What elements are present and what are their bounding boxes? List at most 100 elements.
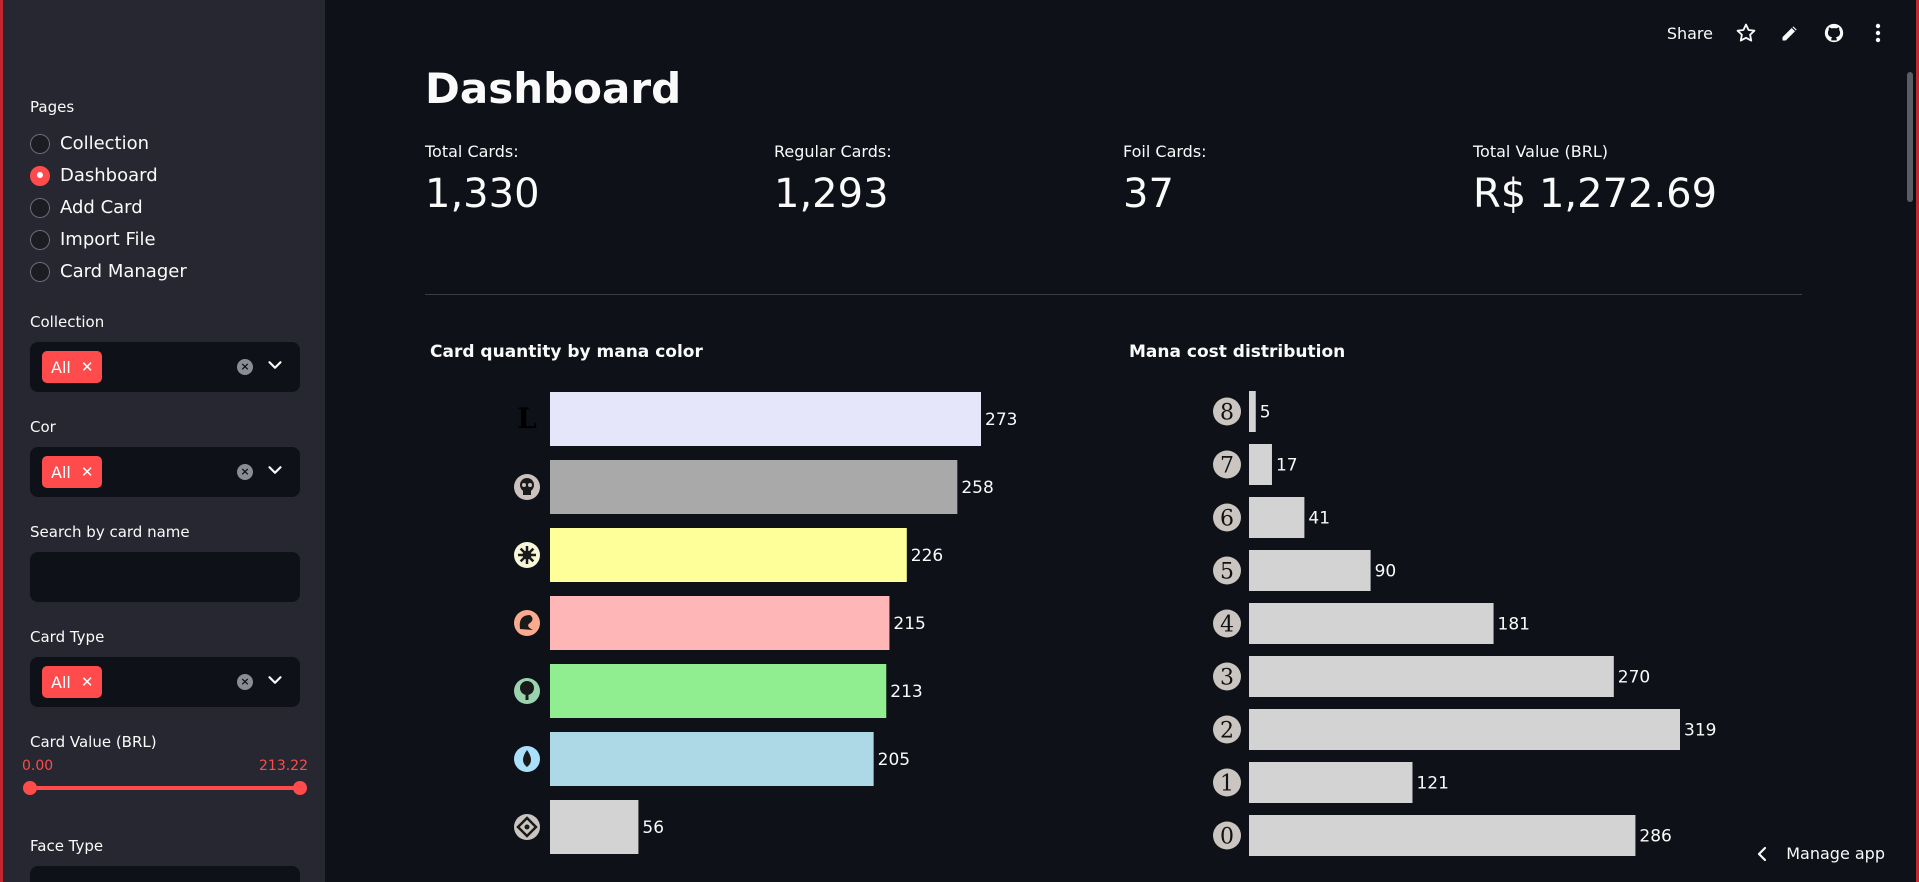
bar — [1249, 391, 1256, 432]
page-radio-card-manager[interactable]: Card Manager — [30, 261, 187, 282]
clear-icon[interactable]: × — [237, 674, 253, 690]
card-type-label: Card Type — [30, 628, 105, 646]
top-toolbar: Share — [1667, 22, 1889, 44]
radio-circle[interactable] — [30, 133, 50, 154]
data-label: 181 — [1498, 615, 1530, 635]
category-tick-label: 6 — [1220, 507, 1234, 532]
bar — [1249, 656, 1614, 697]
page-radio-add-card[interactable]: Add Card — [30, 197, 143, 218]
data-label: 273 — [985, 410, 1017, 430]
category-tick-label: L — [517, 402, 537, 435]
page-radio-dashboard[interactable]: Dashboard — [30, 165, 158, 186]
metric-label: Total Cards: — [425, 142, 519, 161]
page-radio-label: Card Manager — [60, 261, 187, 282]
data-label: 41 — [1308, 509, 1330, 529]
manage-app-button[interactable]: Manage app — [1756, 844, 1885, 863]
chip-remove-icon[interactable]: ✕ — [81, 673, 94, 691]
white-mana-icon — [514, 542, 540, 568]
bar — [1249, 603, 1494, 644]
search-input[interactable] — [30, 552, 300, 602]
data-label: 319 — [1684, 721, 1716, 741]
card-type-multiselect[interactable]: All ✕ × — [30, 657, 300, 707]
cor-multiselect[interactable]: All ✕ × — [30, 447, 300, 497]
radio-circle[interactable] — [30, 261, 50, 282]
metric-value: 1,293 — [774, 171, 889, 217]
clear-icon[interactable]: × — [237, 464, 253, 480]
card-type-chip[interactable]: All ✕ — [42, 666, 103, 698]
chevron-left-icon — [1758, 846, 1767, 861]
data-label: 17 — [1276, 456, 1298, 476]
collection-label: Collection — [30, 313, 105, 331]
chevron-down-icon[interactable] — [264, 354, 286, 376]
chip-label: All — [51, 672, 71, 692]
metric-total-cards: Total Cards: 1,330 — [425, 142, 540, 217]
bar — [550, 664, 887, 718]
page-radio-label: Import File — [60, 229, 156, 250]
bar — [550, 528, 907, 582]
chip-remove-icon[interactable]: ✕ — [81, 358, 94, 376]
mana-cost-2-icon: 2 — [1213, 715, 1241, 744]
section-divider — [425, 294, 1802, 295]
search-label: Search by card name — [30, 523, 190, 541]
cor-label: Cor — [30, 418, 56, 436]
chip-label: All — [51, 357, 71, 377]
edit-icon[interactable] — [1779, 22, 1801, 44]
chevron-down-icon[interactable] — [264, 669, 286, 691]
metric-total-value: Total Value (BRL) R$ 1,272.69 — [1473, 142, 1717, 217]
github-icon[interactable] — [1823, 22, 1845, 44]
cor-chip[interactable]: All ✕ — [42, 456, 103, 488]
share-button[interactable]: Share — [1667, 24, 1713, 43]
radio-circle-selected[interactable] — [30, 165, 50, 186]
mana-cost-chart: 5 8 17 7 41 6 90 5 181 4 270 3 319 2 121 1 286 0 — [1213, 391, 1716, 856]
metric-regular-cards: Regular Cards: 1,293 — [774, 142, 892, 217]
category-tick-label: 4 — [1220, 613, 1234, 638]
data-label: 56 — [642, 818, 664, 838]
page-radio-label: Dashboard — [60, 165, 158, 186]
metric-foil-cards: Foil Cards: 37 — [1123, 142, 1207, 217]
mana-color-chart: 273 L 258 226 215 213 205 56 — [514, 392, 1017, 854]
data-label: 5 — [1260, 403, 1271, 423]
face-type-multiselect[interactable] — [30, 866, 300, 882]
category-tick-label: 0 — [1220, 825, 1234, 850]
data-label: 213 — [890, 682, 922, 702]
bar — [550, 732, 874, 786]
page-radio-collection[interactable]: Collection — [30, 133, 149, 154]
radio-circle[interactable] — [30, 229, 50, 250]
metric-value: 37 — [1123, 171, 1174, 217]
metric-value: R$ 1,272.69 — [1473, 171, 1718, 217]
category-tick-label: 3 — [1220, 666, 1234, 691]
bar — [1249, 497, 1305, 538]
mana-color-chart-title: Card quantity by mana color — [430, 342, 703, 362]
clear-icon[interactable]: × — [237, 359, 253, 375]
mana-cost-3-icon: 3 — [1213, 662, 1241, 691]
data-label: 90 — [1375, 562, 1397, 582]
radio-circle[interactable] — [30, 197, 50, 218]
page-title: Dashboard — [425, 64, 682, 113]
slider-max-value: 213.22 — [259, 758, 308, 774]
chip-remove-icon[interactable]: ✕ — [81, 463, 94, 481]
data-label: 121 — [1416, 774, 1448, 794]
slider-max-thumb[interactable] — [293, 781, 307, 795]
chevron-down-icon[interactable] — [264, 459, 286, 481]
page-radio-import-file[interactable]: Import File — [30, 229, 156, 250]
collection-multiselect[interactable]: All ✕ × — [30, 342, 300, 392]
page-radio-label: Collection — [60, 133, 150, 154]
main-scrollbar[interactable] — [1907, 72, 1913, 202]
category-tick-label: 5 — [1220, 560, 1234, 585]
collection-chip[interactable]: All ✕ — [42, 351, 103, 383]
face-type-label: Face Type — [30, 837, 104, 855]
card-value-slider-track[interactable] — [30, 786, 300, 790]
chip-label: All — [51, 462, 71, 482]
data-label: 226 — [911, 546, 943, 566]
bar — [1249, 444, 1272, 485]
bar — [1249, 762, 1413, 803]
slider-min-thumb[interactable] — [23, 781, 37, 795]
mana-cost-7-icon: 7 — [1213, 450, 1241, 479]
slider-min-value: 0.00 — [22, 758, 54, 774]
pages-label: Pages — [30, 98, 75, 116]
category-tick-label: 2 — [1220, 719, 1234, 744]
more-icon[interactable] — [1867, 22, 1889, 44]
star-icon[interactable] — [1735, 22, 1757, 44]
data-label: 215 — [893, 614, 925, 634]
colorless-mana-icon — [514, 814, 540, 840]
